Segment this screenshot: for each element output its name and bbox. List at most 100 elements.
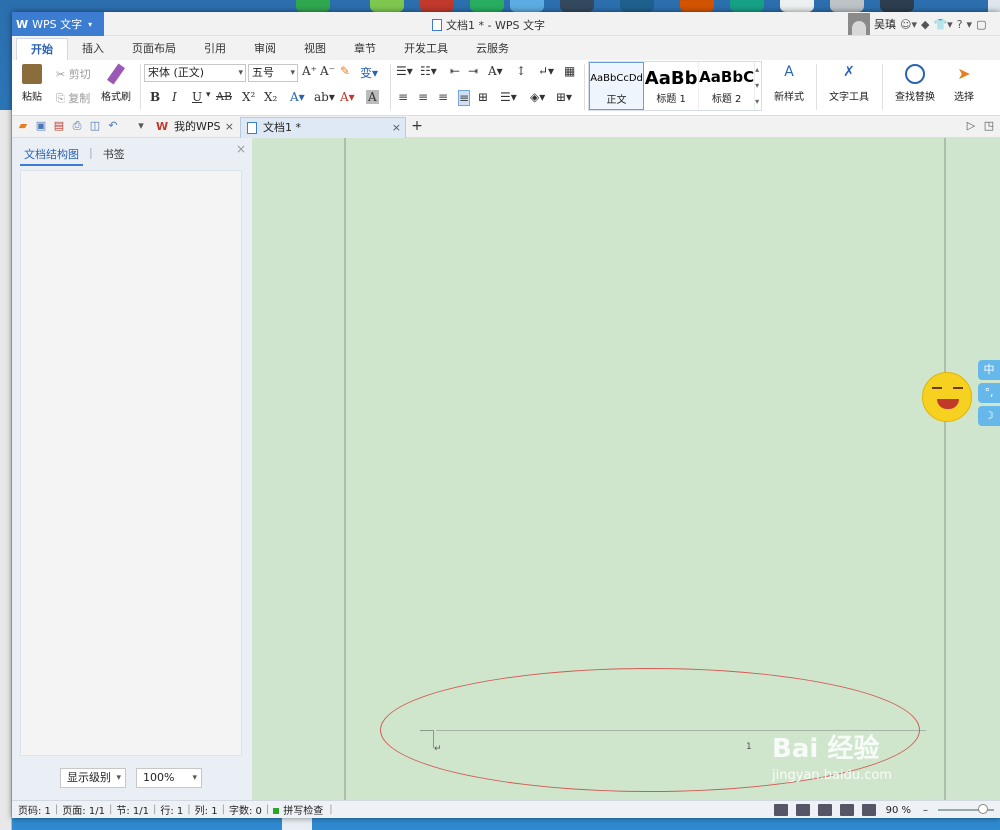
text-tools-button[interactable]: ✗ 文字工具 [822, 64, 876, 103]
style-heading-2[interactable]: AaBbC 标题 2 [699, 62, 756, 110]
eye-protection-icon[interactable] [861, 804, 876, 816]
user-status-icon[interactable]: ☺▾ [900, 18, 917, 31]
tab-my-wps[interactable]: W 我的WPS × [152, 117, 238, 138]
chevron-down-icon[interactable]: ▾ [206, 90, 211, 100]
tab-insert[interactable]: 插入 [68, 38, 118, 60]
restore-window-icon[interactable]: ▢ [976, 18, 986, 31]
paste-button[interactable]: 粘贴 [16, 64, 48, 103]
new-tab-button[interactable]: + [410, 119, 424, 133]
tab-review[interactable]: 审阅 [240, 38, 290, 60]
underline-button[interactable]: U [192, 90, 202, 104]
char-shading-icon[interactable]: A [366, 90, 379, 104]
text-effect-icon[interactable]: A▾ [290, 90, 305, 104]
align-right-icon[interactable]: ≡ [438, 90, 448, 104]
increase-indent-icon[interactable]: ⇥ [468, 64, 478, 78]
tab-bookmarks[interactable]: 书签 [99, 146, 129, 166]
copy-button[interactable]: ⎘ 复制 [56, 90, 90, 106]
borders-icon[interactable]: ⊞▾ [556, 90, 572, 104]
strikethrough-button[interactable]: AB [216, 90, 232, 103]
tab-view[interactable]: 视图 [290, 38, 340, 60]
save-icon[interactable]: ▣ [34, 119, 48, 133]
superscript-button[interactable]: X² [242, 90, 255, 104]
chevron-down-icon[interactable]: ▾ [967, 18, 973, 31]
document-map-area[interactable] [20, 170, 242, 756]
highlight-icon[interactable]: ab▾ [314, 90, 335, 104]
shading-icon[interactable]: ◈▾ [530, 90, 545, 104]
style-normal[interactable]: AaBbCcDd 正文 [589, 62, 645, 110]
chevron-down-icon[interactable]: ▾ [134, 119, 148, 133]
grow-font-icon[interactable]: A⁺ [302, 64, 317, 78]
status-page-code[interactable]: 页码: 1 [16, 802, 53, 817]
subscript-button[interactable]: X₂ [264, 90, 277, 104]
style-heading-1[interactable]: AaBb 标题 1 [644, 62, 700, 110]
status-row[interactable]: 行: 1 [158, 802, 185, 817]
select-button[interactable]: ➤ 选择 [946, 64, 982, 103]
status-page[interactable]: 页面: 1/1 [60, 802, 107, 817]
document-canvas[interactable]: ↵ 1 中 °, ☽ Bai 经验 jingyan.baidu.com [252, 138, 1000, 800]
font-color-icon[interactable]: A▾ [340, 90, 355, 104]
bullet-list-icon[interactable]: ☰▾ [396, 64, 413, 78]
share-icon[interactable]: ▷ [964, 119, 978, 133]
tab-developer[interactable]: 开发工具 [390, 38, 462, 60]
find-replace-button[interactable]: 查找替换 [888, 64, 942, 103]
table-grid-icon[interactable]: ▦ [564, 64, 575, 78]
page-view-icon[interactable] [795, 804, 810, 816]
align-left-icon[interactable]: ≡ [398, 90, 408, 104]
undo-icon[interactable]: ↶ [106, 119, 120, 133]
print-preview-icon[interactable]: ◫ [88, 119, 102, 133]
feedback-icon[interactable]: ◆ [921, 18, 929, 31]
zoom-slider-handle[interactable] [978, 804, 988, 814]
app-menu-button[interactable]: W WPS 文字 ▾ [12, 12, 104, 36]
sort-icon[interactable]: ↕ [516, 64, 526, 78]
user-name[interactable]: 吴瑱 [874, 16, 896, 32]
shrink-font-icon[interactable]: A⁻ [320, 64, 335, 78]
side-button-night[interactable]: ☽ [978, 406, 1000, 426]
paragraph-mark-icon[interactable]: ↵▾ [538, 64, 554, 78]
tab-home[interactable]: 开始 [16, 38, 68, 60]
char-format-icon[interactable]: A▾ [488, 64, 503, 78]
close-icon[interactable]: × [392, 118, 401, 138]
close-icon[interactable]: × [236, 142, 246, 156]
collapse-ribbon-icon[interactable]: ◳ [982, 119, 996, 133]
assistant-emoji-icon[interactable] [922, 372, 972, 422]
distributed-align-icon[interactable]: ⊞ [478, 90, 488, 104]
status-column[interactable]: 列: 1 [193, 802, 220, 817]
outline-view-icon[interactable] [817, 804, 832, 816]
panel-zoom-select[interactable]: 100% [136, 768, 202, 788]
level-select[interactable]: 显示级别 [60, 768, 126, 788]
line-spacing-icon[interactable]: ☰▾ [500, 90, 517, 104]
clear-format-icon[interactable]: ✎ [340, 64, 350, 78]
format-painter-button[interactable]: 格式刷 [98, 63, 134, 103]
tab-page-layout[interactable]: 页面布局 [118, 38, 190, 60]
zoom-level[interactable]: 90 % [884, 805, 913, 816]
fullscreen-view-icon[interactable] [773, 804, 788, 816]
web-view-icon[interactable] [839, 804, 854, 816]
tab-document-map[interactable]: 文档结构图 [20, 146, 83, 166]
tab-references[interactable]: 引用 [190, 38, 240, 60]
status-section[interactable]: 节: 1/1 [114, 802, 151, 817]
bold-button[interactable]: B [150, 90, 160, 104]
tab-chapter[interactable]: 章节 [340, 38, 390, 60]
tab-cloud[interactable]: 云服务 [462, 38, 523, 60]
font-size-select[interactable]: 五号 [248, 64, 298, 82]
italic-button[interactable]: I [172, 90, 177, 104]
decrease-indent-icon[interactable]: ⇤ [450, 64, 460, 78]
open-icon[interactable]: ▰ [16, 119, 30, 133]
numbered-list-icon[interactable]: ☷▾ [420, 64, 437, 78]
avatar[interactable] [848, 13, 870, 35]
justify-icon[interactable]: ≡ [458, 90, 471, 106]
zoom-out-button[interactable]: – [921, 805, 930, 816]
skin-icon[interactable]: 👕▾ [933, 18, 952, 31]
cut-button[interactable]: ✂ 剪切 [56, 66, 91, 82]
close-icon[interactable]: × [225, 117, 234, 137]
side-button-punctuation[interactable]: °, [978, 383, 1000, 403]
status-words[interactable]: 字数: 0 [227, 802, 264, 817]
tab-doc1[interactable]: 文档1 * × [240, 117, 406, 138]
side-button-chinese[interactable]: 中 [978, 360, 1000, 380]
export-pdf-icon[interactable]: ▤ [52, 119, 66, 133]
align-center-icon[interactable]: ≡ [418, 90, 428, 104]
status-spell-check[interactable]: 拼写检查 [271, 802, 327, 817]
help-button[interactable]: ? [957, 18, 963, 31]
style-scroll[interactable]: ▴ ▾ ▾ [755, 62, 761, 110]
zoom-slider[interactable] [938, 804, 994, 814]
